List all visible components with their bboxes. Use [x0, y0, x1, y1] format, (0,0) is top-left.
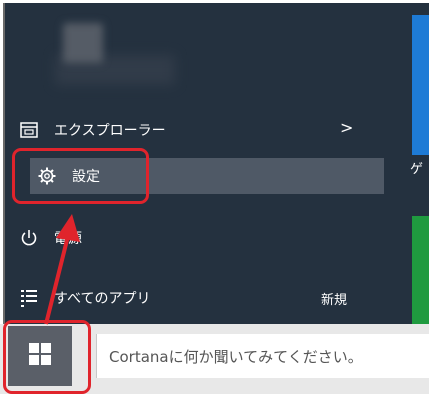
power-icon — [18, 227, 40, 249]
menu-item-power[interactable]: 電源 — [18, 220, 372, 256]
new-badge: 新規 — [321, 293, 348, 308]
cortana-search-box[interactable]: Cortanaに何か聞いてみてください。 — [96, 334, 429, 378]
live-tile-green[interactable] — [412, 216, 429, 334]
highlight-box-start — [3, 320, 91, 394]
menu-item-label: 電源 — [54, 231, 82, 247]
menu-item-label: すべてのアプリ — [54, 291, 151, 307]
menu-item-label: エクスプローラー — [54, 123, 166, 139]
chevron-right-icon[interactable]: > — [340, 118, 353, 137]
search-placeholder: Cortanaに何か聞いてみてください。 — [109, 347, 363, 366]
all-apps-icon — [18, 287, 40, 309]
menu-item-explorer[interactable]: エクスプローラー — [18, 112, 372, 148]
file-explorer-icon — [18, 119, 40, 141]
tile-label-partial: ゲ — [410, 162, 424, 177]
menu-item-all-apps[interactable]: すべてのアプリ — [18, 280, 372, 316]
highlight-box-settings — [12, 148, 149, 204]
user-avatar[interactable] — [63, 23, 103, 63]
live-tile-blue[interactable] — [412, 15, 429, 155]
